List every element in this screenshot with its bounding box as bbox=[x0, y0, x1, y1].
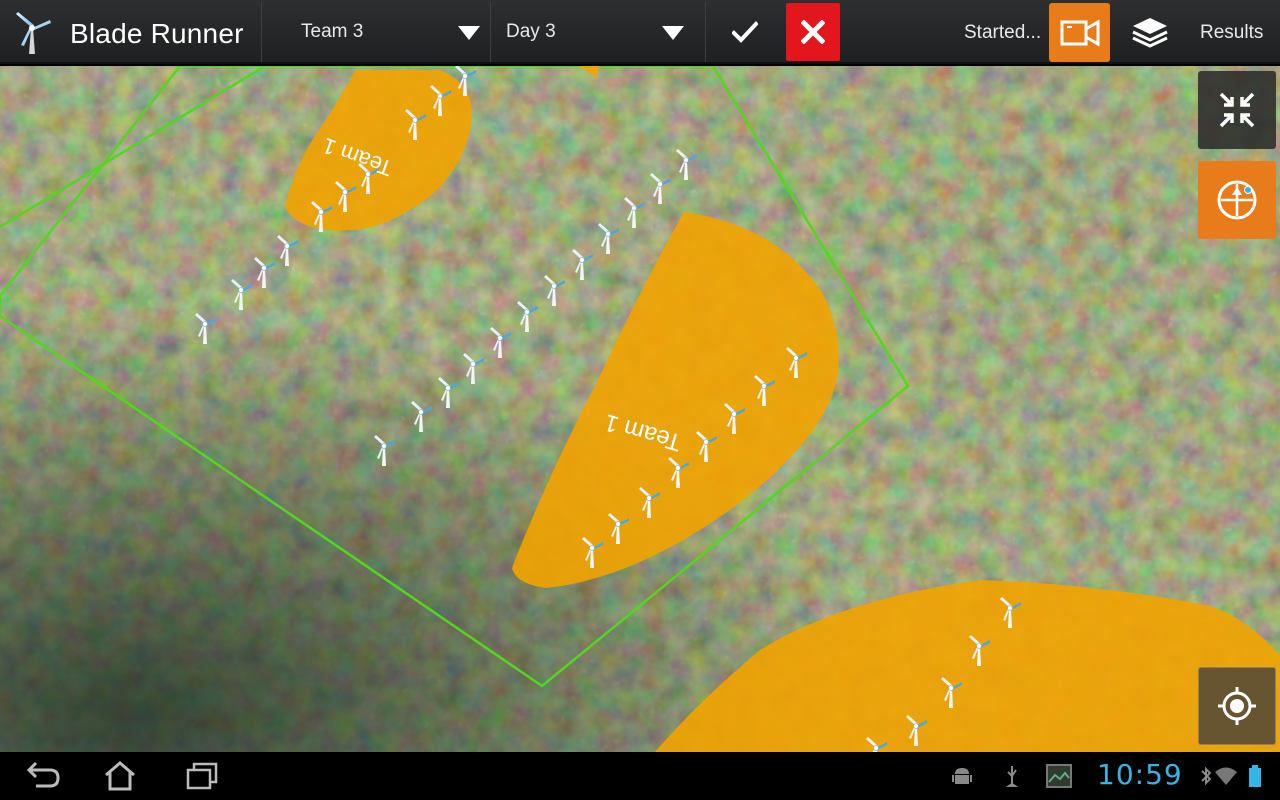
fit-bounds-button[interactable] bbox=[1198, 71, 1276, 149]
check-icon bbox=[732, 21, 758, 43]
usb-icon bbox=[1005, 766, 1019, 787]
team-select[interactable]: Team 3 bbox=[262, 0, 490, 64]
layers-icon bbox=[1132, 18, 1168, 48]
system-bar: 10:59 bbox=[0, 752, 1280, 800]
day-select[interactable]: Day 3 bbox=[491, 0, 705, 64]
satellite-map: Team 1 Team 1 bbox=[0, 66, 1280, 752]
android-debug-icon bbox=[952, 768, 972, 784]
back-icon[interactable] bbox=[22, 760, 62, 792]
bluetooth-icon bbox=[1201, 766, 1212, 786]
caret-down-icon bbox=[458, 26, 480, 40]
divider bbox=[705, 2, 706, 62]
video-button[interactable] bbox=[1049, 3, 1110, 62]
app-title: Blade Runner bbox=[70, 18, 244, 49]
caret-down-icon bbox=[662, 26, 684, 40]
wind-turbine-icon[interactable] bbox=[10, 8, 54, 56]
wifi-icon bbox=[1215, 767, 1237, 785]
action-bar: Blade Runner Team 3 Day 3 Started... Res… bbox=[0, 0, 1280, 64]
clock: 10:59 bbox=[1097, 758, 1183, 791]
shrink-icon bbox=[1219, 92, 1255, 128]
my-location-button[interactable] bbox=[1198, 667, 1276, 745]
confirm-button[interactable] bbox=[716, 6, 774, 58]
home-icon[interactable] bbox=[100, 760, 140, 792]
cancel-button[interactable] bbox=[786, 3, 840, 61]
map-view[interactable]: Team 1 Team 1 bbox=[0, 66, 1280, 752]
recent-apps-icon[interactable] bbox=[182, 760, 222, 792]
screenshot-icon bbox=[1046, 764, 1072, 788]
my-location-icon bbox=[1218, 687, 1256, 725]
close-icon bbox=[801, 20, 825, 44]
video-camera-icon bbox=[1060, 18, 1099, 47]
day-select-value: Day 3 bbox=[506, 21, 556, 42]
team-select-value: Team 3 bbox=[301, 21, 364, 42]
battery-icon bbox=[1249, 765, 1261, 787]
layers-button[interactable] bbox=[1126, 8, 1174, 56]
compass-button[interactable] bbox=[1198, 161, 1276, 239]
compass-icon bbox=[1217, 180, 1257, 220]
results-button[interactable]: Results bbox=[1200, 22, 1263, 44]
status-text: Started... bbox=[964, 22, 1042, 43]
